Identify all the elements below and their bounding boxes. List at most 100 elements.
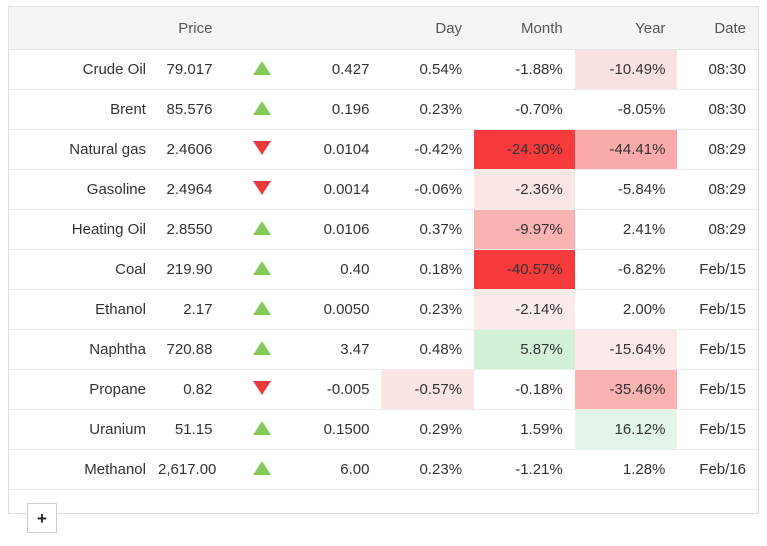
cell-day-change: 0.18% [381, 250, 474, 290]
cell-year-change: 2.00% [575, 290, 678, 330]
commodities-table-panel: Price Day Month Year Date Crude Oil79.01… [8, 6, 759, 514]
cell-instrument-name[interactable]: Ethanol [9, 290, 158, 330]
cell-year-change: -35.46% [575, 370, 678, 410]
cell-instrument-name[interactable]: Gasoline [9, 170, 158, 210]
table-row[interactable]: Uranium51.150.15000.29%1.59%16.12%Feb/15 [9, 410, 758, 450]
cell-day-change: -0.06% [381, 170, 474, 210]
cell-month-change: -40.57% [474, 250, 575, 290]
add-row-button[interactable]: + [27, 503, 57, 533]
triangle-up-icon [253, 261, 271, 275]
table-row[interactable]: Gasoline2.49640.0014-0.06%-2.36%-5.84%08… [9, 170, 758, 210]
table-body: Crude Oil79.0170.4270.54%-1.88%-10.49%08… [9, 50, 758, 490]
triangle-up-icon [253, 221, 271, 235]
table-row[interactable]: Ethanol2.170.00500.23%-2.14%2.00%Feb/15 [9, 290, 758, 330]
cell-month-change: -2.14% [474, 290, 575, 330]
cell-year-change: 1.28% [575, 450, 678, 490]
cell-instrument-name[interactable]: Uranium [9, 410, 158, 450]
cell-date: Feb/15 [677, 330, 758, 370]
cell-price: 2.4606 [158, 130, 224, 170]
cell-instrument-name[interactable]: Heating Oil [9, 210, 158, 250]
cell-direction-up [224, 210, 282, 250]
cell-instrument-name[interactable]: Propane [9, 370, 158, 410]
cell-change: 0.0104 [283, 130, 382, 170]
cell-month-change: -0.70% [474, 90, 575, 130]
cell-year-change: 16.12% [575, 410, 678, 450]
table-row[interactable]: Brent85.5760.1960.23%-0.70%-8.05%08:30 [9, 90, 758, 130]
cell-price: 720.88 [158, 330, 224, 370]
column-header-date[interactable]: Date [677, 7, 758, 50]
cell-direction-down [224, 370, 282, 410]
cell-direction-up [224, 290, 282, 330]
commodities-table: Price Day Month Year Date Crude Oil79.01… [9, 7, 758, 546]
cell-year-change: 2.41% [575, 210, 678, 250]
cell-year-change: -15.64% [575, 330, 678, 370]
table-row[interactable]: Heating Oil2.85500.01060.37%-9.97%2.41%0… [9, 210, 758, 250]
cell-price: 2.4964 [158, 170, 224, 210]
column-header-arrow [224, 7, 282, 50]
column-header-name[interactable] [9, 7, 158, 50]
cell-month-change: -24.30% [474, 130, 575, 170]
table-row[interactable]: Propane0.82-0.005-0.57%-0.18%-35.46%Feb/… [9, 370, 758, 410]
cell-date: Feb/15 [677, 290, 758, 330]
cell-price: 0.82 [158, 370, 224, 410]
table-row[interactable]: Natural gas2.46060.0104-0.42%-24.30%-44.… [9, 130, 758, 170]
cell-direction-down [224, 130, 282, 170]
triangle-up-icon [253, 421, 271, 435]
cell-year-change: -10.49% [575, 50, 678, 90]
table-row[interactable]: Crude Oil79.0170.4270.54%-1.88%-10.49%08… [9, 50, 758, 90]
table-header-row: Price Day Month Year Date [9, 7, 758, 50]
cell-year-change: -44.41% [575, 130, 678, 170]
cell-date: 08:30 [677, 90, 758, 130]
cell-direction-up [224, 50, 282, 90]
cell-direction-up [224, 410, 282, 450]
triangle-up-icon [253, 341, 271, 355]
table-header: Price Day Month Year Date [9, 7, 758, 50]
cell-instrument-name[interactable]: Brent [9, 90, 158, 130]
cell-direction-up [224, 250, 282, 290]
cell-price: 2.17 [158, 290, 224, 330]
cell-direction-up [224, 90, 282, 130]
cell-price: 2.8550 [158, 210, 224, 250]
cell-date: 08:29 [677, 130, 758, 170]
column-header-day[interactable]: Day [381, 7, 474, 50]
cell-change: 0.40 [283, 250, 382, 290]
cell-change: 0.0106 [283, 210, 382, 250]
cell-month-change: -1.88% [474, 50, 575, 90]
cell-date: Feb/15 [677, 250, 758, 290]
cell-instrument-name[interactable]: Naphtha [9, 330, 158, 370]
cell-year-change: -6.82% [575, 250, 678, 290]
column-header-year[interactable]: Year [575, 7, 678, 50]
triangle-up-icon [253, 101, 271, 115]
cell-change: 6.00 [283, 450, 382, 490]
cell-day-change: 0.29% [381, 410, 474, 450]
column-header-price[interactable]: Price [158, 7, 224, 50]
cell-day-change: -0.57% [381, 370, 474, 410]
cell-price: 51.15 [158, 410, 224, 450]
cell-month-change: 1.59% [474, 410, 575, 450]
triangle-down-icon [253, 141, 271, 155]
cell-instrument-name[interactable]: Coal [9, 250, 158, 290]
table-row[interactable]: Methanol2,617.006.000.23%-1.21%1.28%Feb/… [9, 450, 758, 490]
triangle-down-icon [253, 381, 271, 395]
cell-direction-up [224, 450, 282, 490]
cell-month-change: -2.36% [474, 170, 575, 210]
cell-instrument-name[interactable]: Natural gas [9, 130, 158, 170]
cell-day-change: 0.48% [381, 330, 474, 370]
cell-year-change: -5.84% [575, 170, 678, 210]
cell-year-change: -8.05% [575, 90, 678, 130]
cell-instrument-name[interactable]: Methanol [9, 450, 158, 490]
cell-instrument-name[interactable]: Crude Oil [9, 50, 158, 90]
table-row[interactable]: Coal219.900.400.18%-40.57%-6.82%Feb/15 [9, 250, 758, 290]
footer-cell: + [9, 490, 758, 546]
cell-change: 0.427 [283, 50, 382, 90]
table-footer: + [9, 490, 758, 546]
column-header-month[interactable]: Month [474, 7, 575, 50]
cell-day-change: 0.54% [381, 50, 474, 90]
triangle-up-icon [253, 61, 271, 75]
table-row[interactable]: Naphtha720.883.470.48%5.87%-15.64%Feb/15 [9, 330, 758, 370]
cell-direction-down [224, 170, 282, 210]
column-header-change[interactable] [283, 7, 382, 50]
cell-date: Feb/15 [677, 410, 758, 450]
cell-price: 85.576 [158, 90, 224, 130]
cell-day-change: 0.23% [381, 90, 474, 130]
